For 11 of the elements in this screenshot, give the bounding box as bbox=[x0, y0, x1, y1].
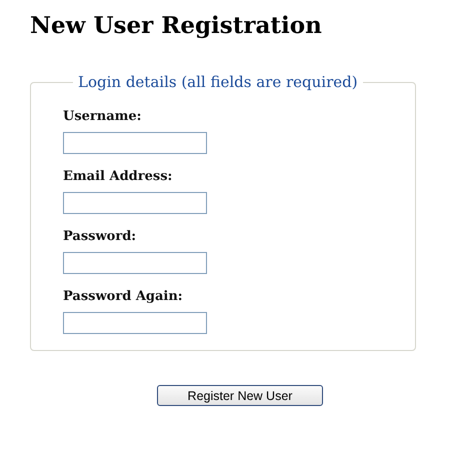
field-label: Username: bbox=[63, 109, 142, 124]
field-label: Password: bbox=[63, 229, 138, 244]
input-field[interactable] bbox=[63, 132, 207, 154]
input-field[interactable] bbox=[63, 192, 207, 214]
field-label: Email Address: bbox=[63, 169, 174, 184]
register-button[interactable]: Register New User bbox=[157, 385, 323, 406]
input-field[interactable] bbox=[63, 252, 207, 274]
page-title: New User Registration bbox=[30, 12, 322, 39]
panel-legend: Login details (all fields are required) bbox=[73, 73, 363, 91]
input-field[interactable] bbox=[63, 312, 207, 334]
field-label: Password Again: bbox=[63, 289, 184, 304]
